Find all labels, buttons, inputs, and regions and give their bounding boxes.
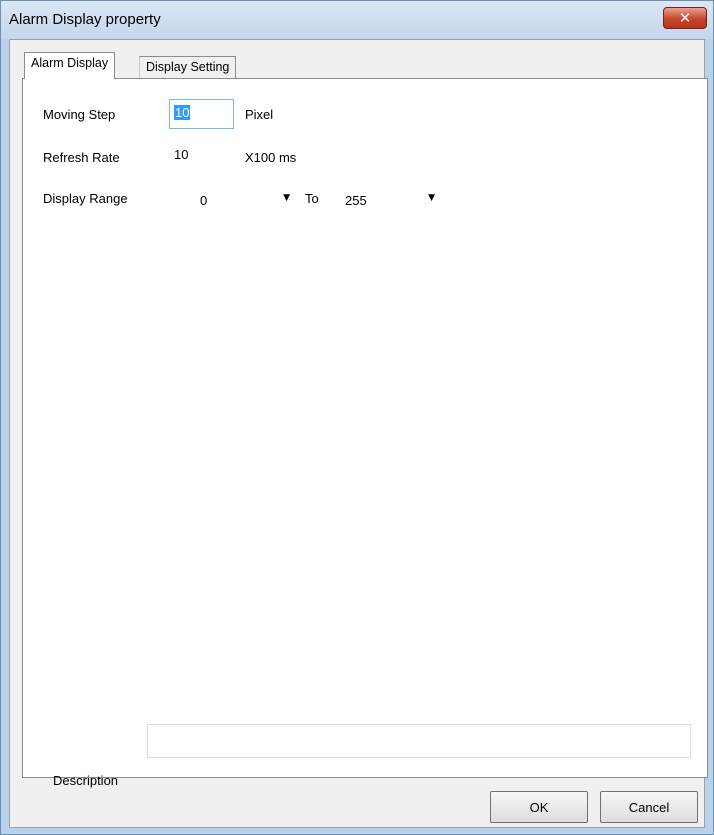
dialog-body: Alarm Display Display Setting Moving Ste… [9,39,708,828]
close-button[interactable]: ✕ [663,7,707,29]
moving-step-label: Moving Step [43,107,116,122]
tab-panel: Moving Step 10 Pixel Refresh Rate 10 X10… [22,78,708,788]
window-title: Alarm Display property [9,11,161,28]
moving-step-value: 10 [174,105,191,120]
moving-step-input[interactable]: 10 [169,99,234,129]
display-range-label: Display Range [43,191,128,206]
range-to-value: 255 [345,193,367,208]
refresh-rate-input[interactable]: 10 [169,141,234,171]
close-icon: ✕ [678,9,692,27]
ok-button-label: OK [529,799,549,815]
title-bar[interactable]: Alarm Display property ✕ [1,1,713,39]
cancel-button[interactable]: Cancel [600,791,698,823]
tab-alarm-display[interactable]: Alarm Display [24,52,116,79]
tab-label: Display Setting [146,60,230,74]
range-from-value: 0 [200,193,208,208]
refresh-rate-unit: X100 ms [245,150,297,165]
range-from-select[interactable]: 0 ▼ [195,189,295,211]
description-label: Description [53,773,119,788]
chevron-down-icon[interactable]: ▼ [283,193,290,203]
range-to-label: To [305,191,319,206]
dialog-window: Alarm Display property ✕ Alarm Display D… [0,0,714,835]
description-input[interactable] [147,724,691,758]
ok-button[interactable]: OK [490,791,588,823]
cancel-button-label: Cancel [628,799,670,815]
refresh-rate-value: 10 [174,147,189,162]
tab-display-setting[interactable]: Display Setting [139,56,237,79]
range-to-select[interactable]: 255 ▼ [340,189,440,211]
tab-label: Alarm Display [31,56,109,70]
moving-step-unit: Pixel [245,107,274,122]
chevron-down-icon[interactable]: ▼ [428,193,435,203]
refresh-rate-label: Refresh Rate [43,150,120,165]
